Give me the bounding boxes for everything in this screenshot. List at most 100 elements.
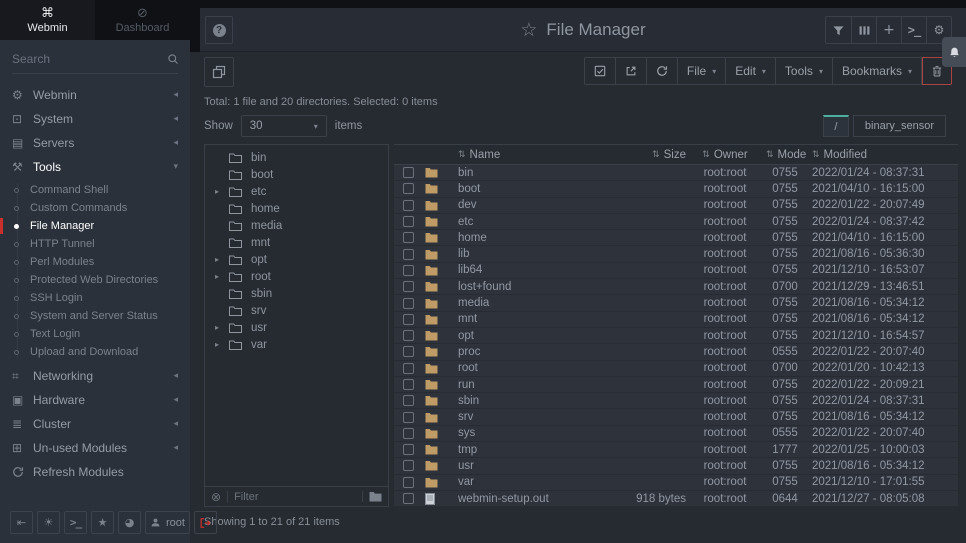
language-button[interactable]: ◕ <box>118 511 141 534</box>
file-name[interactable]: lost+found <box>458 281 580 293</box>
row-checkbox[interactable] <box>403 493 414 504</box>
sidebar-item-command-shell[interactable]: Command Shell <box>0 181 190 199</box>
row-checkbox[interactable] <box>403 232 414 243</box>
file-name[interactable]: root <box>458 362 580 374</box>
file-name[interactable]: boot <box>458 183 580 195</box>
expander-icon[interactable]: ▸ <box>215 187 229 196</box>
row-checkbox[interactable] <box>403 314 414 325</box>
table-row-root[interactable]: root root:root 0700 2022/01/20 - 10:42:1… <box>394 361 958 377</box>
paste-buffer-button[interactable] <box>204 57 234 87</box>
sidebar-item-networking[interactable]: ⌗ Networking ◂ <box>0 364 190 388</box>
tab-dashboard[interactable]: ⊘ Dashboard <box>95 0 190 40</box>
filter-button[interactable] <box>826 17 851 43</box>
tree-item-mnt[interactable]: mnt <box>205 234 388 251</box>
row-checkbox[interactable] <box>403 477 414 488</box>
sidebar-item-un-used-modules[interactable]: ⊞ Un-used Modules ◂ <box>0 436 190 460</box>
collapse-sidebar-button[interactable]: ⇤ <box>10 511 33 534</box>
file-name[interactable]: proc <box>458 346 580 358</box>
table-row-webmin-setup-out[interactable]: webmin-setup.out 918 bytes root:root 064… <box>394 491 958 507</box>
row-checkbox[interactable] <box>403 249 414 260</box>
menu-edit[interactable]: Edit ▾ <box>726 57 776 85</box>
file-name[interactable]: tmp <box>458 444 580 456</box>
notifications-button[interactable] <box>942 37 966 67</box>
sidebar-item-hardware[interactable]: ▣ Hardware ◂ <box>0 388 190 412</box>
sidebar-item-file-manager[interactable]: File Manager <box>0 217 190 235</box>
expander-icon[interactable]: ▸ <box>215 323 229 332</box>
columns-button[interactable] <box>851 17 876 43</box>
file-name[interactable]: dev <box>458 199 580 211</box>
menu-tools[interactable]: Tools ▾ <box>776 57 833 85</box>
logout-button[interactable] <box>194 511 217 534</box>
tree-item-media[interactable]: media <box>205 217 388 234</box>
row-checkbox[interactable] <box>403 379 414 390</box>
table-row-run[interactable]: run root:root 0755 2022/01/22 - 20:09:21 <box>394 377 958 393</box>
path-segment-binary-sensor[interactable]: binary_sensor <box>853 115 946 137</box>
table-row-boot[interactable]: boot root:root 0755 2021/04/10 - 16:15:0… <box>394 181 958 197</box>
row-checkbox[interactable] <box>403 412 414 423</box>
file-name[interactable]: run <box>458 379 580 391</box>
search-input[interactable] <box>12 52 167 66</box>
table-row-lost-found[interactable]: lost+found root:root 0700 2021/12/29 - 1… <box>394 279 958 295</box>
row-checkbox[interactable] <box>403 395 414 406</box>
table-row-sys[interactable]: sys root:root 0555 2022/01/22 - 20:07:40 <box>394 426 958 442</box>
tree-item-etc[interactable]: ▸ etc <box>205 183 388 200</box>
column-header-owner[interactable]: ⇅ Owner <box>690 149 760 161</box>
expander-icon[interactable]: ▸ <box>215 272 229 281</box>
file-name[interactable]: srv <box>458 411 580 423</box>
row-checkbox[interactable] <box>403 298 414 309</box>
sidebar-item-servers[interactable]: ▤ Servers ◂ <box>0 131 190 155</box>
clear-filter-icon[interactable]: ⊗ <box>211 490 221 504</box>
terminal-button[interactable]: >_ <box>901 17 926 43</box>
export-button[interactable] <box>616 57 647 85</box>
table-row-var[interactable]: var root:root 0755 2021/12/10 - 17:01:55 <box>394 475 958 491</box>
sidebar-item-upload-and-download[interactable]: Upload and Download <box>0 343 190 361</box>
refresh-button[interactable] <box>647 57 678 85</box>
row-checkbox[interactable] <box>403 363 414 374</box>
sidebar-item-tools[interactable]: ⚒ Tools ▾ <box>0 155 190 179</box>
file-name[interactable]: mnt <box>458 313 580 325</box>
favorite-star-icon[interactable]: ☆ <box>520 19 537 41</box>
folder-toggle-icon[interactable] <box>362 491 382 502</box>
tree-item-home[interactable]: home <box>205 200 388 217</box>
sidebar-item-cluster[interactable]: ≣ Cluster ◂ <box>0 412 190 436</box>
table-row-srv[interactable]: srv root:root 0755 2021/08/16 - 05:34:12 <box>394 409 958 425</box>
tree-item-opt[interactable]: ▸ opt <box>205 251 388 268</box>
row-checkbox[interactable] <box>403 167 414 178</box>
column-header-name[interactable]: ⇅ Name <box>458 149 580 161</box>
sidebar-item-protected-web-directories[interactable]: Protected Web Directories <box>0 271 190 289</box>
row-checkbox[interactable] <box>403 216 414 227</box>
row-checkbox[interactable] <box>403 444 414 455</box>
sidebar-item-ssh-login[interactable]: SSH Login <box>0 289 190 307</box>
sidebar-item-perl-modules[interactable]: Perl Modules <box>0 253 190 271</box>
tab-webmin[interactable]: ⌘ Webmin <box>0 0 95 40</box>
row-checkbox[interactable] <box>403 460 414 471</box>
sidebar-item-text-login[interactable]: Text Login <box>0 325 190 343</box>
file-name[interactable]: lib64 <box>458 264 580 276</box>
table-row-opt[interactable]: opt root:root 0755 2021/12/10 - 16:54:57 <box>394 328 958 344</box>
current-user-button[interactable]: root <box>145 511 190 534</box>
file-name[interactable]: opt <box>458 330 580 342</box>
file-name[interactable]: var <box>458 476 580 488</box>
tree-item-bin[interactable]: bin <box>205 149 388 166</box>
file-name[interactable]: bin <box>458 167 580 179</box>
path-segment-root[interactable]: / <box>823 115 849 137</box>
row-checkbox[interactable] <box>403 200 414 211</box>
terminal-button[interactable]: >_ <box>64 511 87 534</box>
tree-item-usr[interactable]: ▸ usr <box>205 319 388 336</box>
favorites-button[interactable]: ★ <box>91 511 114 534</box>
row-checkbox[interactable] <box>403 183 414 194</box>
menu-file[interactable]: File ▾ <box>678 57 726 85</box>
table-row-media[interactable]: media root:root 0755 2021/08/16 - 05:34:… <box>394 295 958 311</box>
file-name[interactable]: sbin <box>458 395 580 407</box>
tree-item-sbin[interactable]: sbin <box>205 285 388 302</box>
file-name[interactable]: media <box>458 297 580 309</box>
table-row-usr[interactable]: usr root:root 0755 2021/08/16 - 05:34:12 <box>394 458 958 474</box>
file-name[interactable]: sys <box>458 427 580 439</box>
table-row-mnt[interactable]: mnt root:root 0755 2021/08/16 - 05:34:12 <box>394 312 958 328</box>
select-all-button[interactable] <box>584 57 616 85</box>
column-header-size[interactable]: ⇅ Size <box>580 149 690 161</box>
table-row-lib64[interactable]: lib64 root:root 0755 2021/12/10 - 16:53:… <box>394 263 958 279</box>
table-row-proc[interactable]: proc root:root 0555 2022/01/22 - 20:07:4… <box>394 344 958 360</box>
file-name[interactable]: lib <box>458 248 580 260</box>
table-row-lib[interactable]: lib root:root 0755 2021/08/16 - 05:36:30 <box>394 246 958 262</box>
